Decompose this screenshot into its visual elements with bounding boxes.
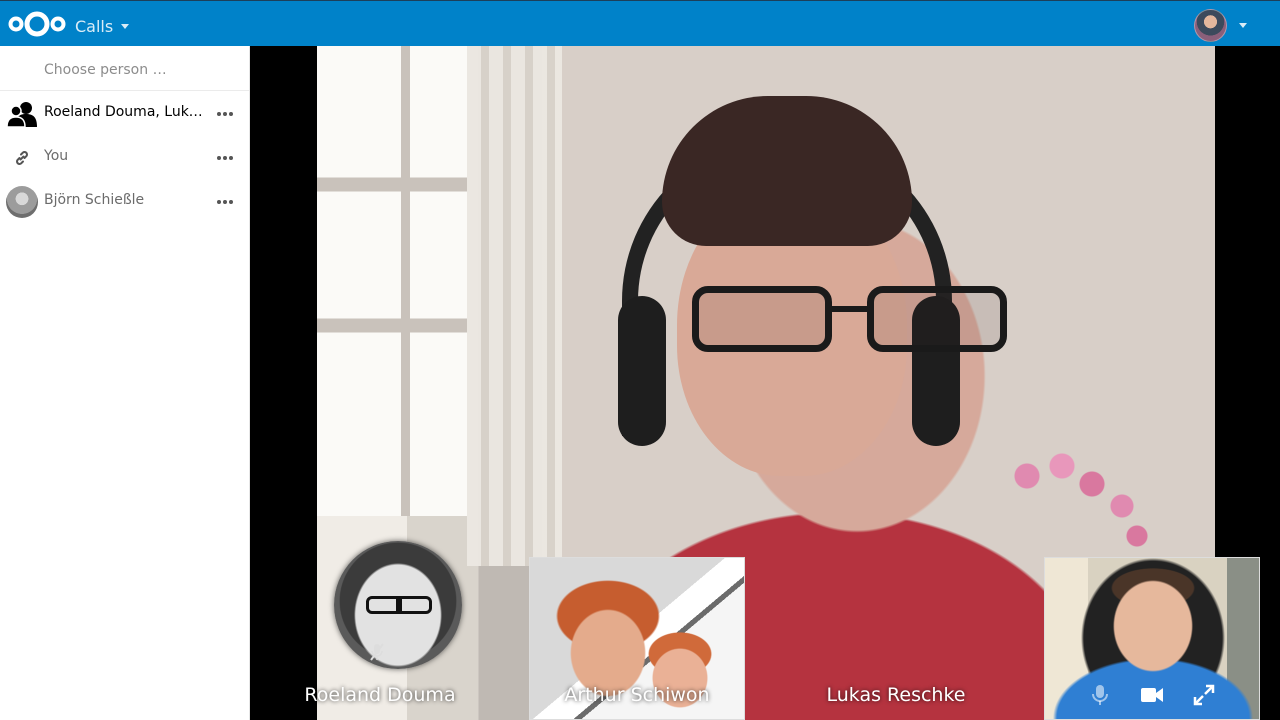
fullscreen-icon[interactable] (1189, 680, 1219, 710)
avatar (6, 186, 38, 218)
participant-name: Lukas Reschke (826, 684, 966, 706)
app-menu-toggle[interactable]: Calls (75, 17, 130, 36)
more-icon (217, 112, 233, 116)
participant-name: Arthur Schiwon (564, 684, 710, 706)
more-icon (217, 156, 233, 160)
microphone-icon[interactable] (1085, 680, 1115, 710)
nextcloud-logo-icon[interactable] (8, 9, 66, 39)
sidebar: Roeland Douma, Lukas Reschke, Arthur Sch… (0, 46, 250, 720)
group-icon (6, 98, 38, 130)
search-bar (0, 46, 249, 91)
more-options-button[interactable] (212, 142, 238, 174)
conversation-name: Björn Schießle (44, 192, 145, 208)
conversation-item-bjorn[interactable]: Björn Schießle (0, 180, 249, 224)
caret-down-icon (1239, 23, 1247, 28)
participant-avatar-roeland[interactable] (334, 541, 462, 669)
more-options-button[interactable] (212, 186, 238, 218)
link-icon (6, 142, 38, 174)
conversation-item-group[interactable]: Roeland Douma, Lukas Reschke, Arthur Sch… (0, 92, 249, 136)
conversation-name: Roeland Douma, Lukas Reschke, Arthur Sch… (44, 104, 204, 120)
conversation-name: You (44, 148, 69, 164)
caret-down-icon (121, 24, 130, 29)
more-icon (217, 200, 233, 204)
muted-microphone-icon (370, 643, 384, 661)
more-options-button[interactable] (212, 98, 238, 130)
local-video (1044, 557, 1260, 720)
video-camera-icon[interactable] (1137, 680, 1167, 710)
user-menu[interactable] (1194, 9, 1247, 42)
user-avatar[interactable] (1194, 9, 1227, 42)
choose-person-input[interactable] (44, 58, 240, 82)
participant-name: Roeland Douma (304, 684, 456, 706)
video-stage: Roeland Douma Arthur Schiwon Lukas Resch… (250, 46, 1280, 720)
app-name: Calls (75, 17, 114, 36)
conversation-item-you[interactable]: You (0, 136, 249, 180)
app-header: Calls (0, 0, 1280, 46)
